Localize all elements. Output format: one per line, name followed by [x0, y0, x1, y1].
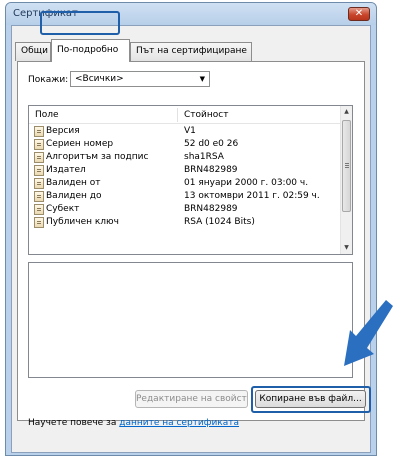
certificate-field-icon [34, 126, 44, 137]
close-button[interactable]: ✕ [348, 7, 370, 21]
list-row[interactable]: Публичен ключ RSA (1024 Bits) [29, 217, 340, 228]
field-value: BRN482989 [184, 204, 238, 214]
background-right [378, 0, 393, 456]
learn-more-text: Научете повече за данните на сертификата [28, 418, 239, 428]
certificate-field-icon [34, 191, 44, 202]
show-dropdown[interactable]: <Всички> ▼ [70, 71, 210, 87]
list-row[interactable]: Издател BRN482989 [29, 165, 340, 176]
details-tab-highlight [40, 11, 120, 35]
copy-to-file-button[interactable]: Копиране във файл... [255, 390, 366, 408]
tab-details[interactable]: По-подробно [51, 39, 130, 62]
certificate-dialog: Сертификат ✕ Общи Път на сертифициране П… [5, 2, 377, 456]
fields-list[interactable]: Поле Стойност Версия V1 Сериен номер 52 … [28, 105, 353, 255]
list-row[interactable]: Сериен номер 52 d0 e0 26 [29, 139, 340, 150]
learn-more-prefix: Научете повече за [28, 418, 120, 428]
certificate-field-icon [34, 204, 44, 215]
show-dropdown-value: <Всички> [75, 74, 124, 84]
field-name: Валиден от [46, 178, 101, 188]
field-value: RSA (1024 Bits) [184, 217, 255, 227]
field-name: Алгоритъм за подпис [46, 152, 149, 162]
dialog-body: Общи Път на сертифициране По-подробно По… [11, 25, 371, 453]
list-row[interactable]: Алгоритъм за подпис sha1RSA [29, 152, 340, 163]
field-name: Версия [46, 126, 80, 136]
list-row[interactable]: Валиден до 13 октомври 2011 г. 02:59 ч. [29, 191, 340, 202]
list-scrollbar[interactable]: ▲ ▼ [340, 106, 352, 254]
field-name: Валиден до [46, 191, 102, 201]
tab-certification-path[interactable]: Път на сертифициране [130, 42, 252, 61]
column-header-value[interactable]: Стойност [184, 110, 228, 120]
field-value: V1 [184, 126, 196, 136]
list-row[interactable]: Субект BRN482989 [29, 204, 340, 215]
list-row[interactable]: Валиден от 01 януари 2000 г. 03:00 ч. [29, 178, 340, 189]
edit-properties-button[interactable]: Редактиране на свойства... [135, 390, 248, 408]
certificate-field-icon [34, 139, 44, 150]
field-value: 13 октомври 2011 г. 02:59 ч. [184, 191, 320, 201]
certificate-field-icon [34, 217, 44, 228]
field-name: Субект [46, 204, 80, 214]
field-value: 52 d0 e0 26 [184, 139, 239, 149]
certificate-field-icon [34, 152, 44, 163]
certificate-details-link[interactable]: данните на сертификата [119, 418, 239, 428]
field-name: Публичен ключ [46, 217, 119, 227]
certificate-field-icon [34, 178, 44, 189]
field-name: Издател [46, 165, 86, 175]
list-header: Поле Стойност [29, 106, 340, 124]
field-name: Сериен номер [46, 139, 114, 149]
grip-icon [345, 163, 349, 164]
tab-general[interactable]: Общи [15, 42, 51, 61]
scroll-down-icon[interactable]: ▼ [341, 242, 352, 254]
list-row[interactable]: Версия V1 [29, 126, 340, 137]
scrollbar-thumb[interactable] [342, 120, 351, 212]
scroll-up-icon[interactable]: ▲ [341, 106, 352, 118]
show-label: Покажи: [28, 75, 69, 85]
column-divider[interactable] [177, 108, 178, 122]
annotation-arrow-icon [344, 300, 393, 366]
close-icon: ✕ [354, 8, 364, 19]
certificate-field-icon [34, 165, 44, 176]
dropdown-arrow-icon: ▼ [199, 75, 205, 83]
field-detail-box[interactable] [28, 262, 353, 378]
column-header-field[interactable]: Поле [35, 110, 59, 120]
field-value: sha1RSA [184, 152, 224, 162]
field-value: BRN482989 [184, 165, 238, 175]
field-value: 01 януари 2000 г. 03:00 ч. [184, 178, 309, 188]
